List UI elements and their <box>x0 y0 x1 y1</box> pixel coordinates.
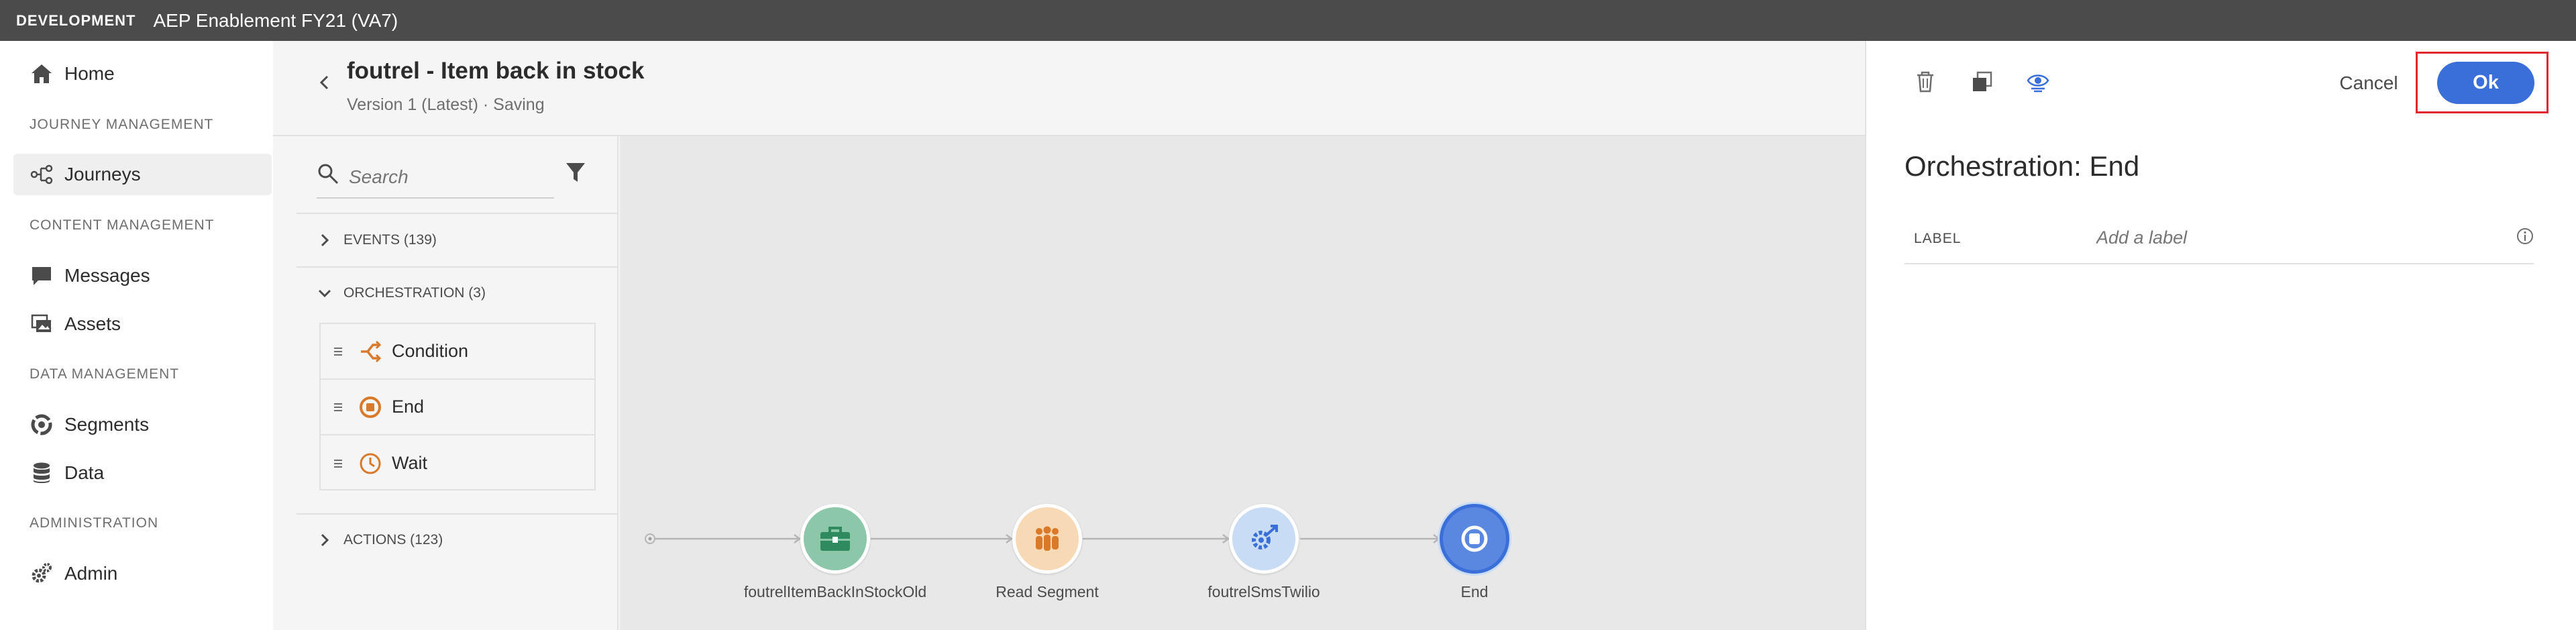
journey-title: foutrel - Item back in stock <box>347 58 645 84</box>
journey-node-event[interactable] <box>800 504 870 574</box>
nav-label-home: Home <box>64 63 115 84</box>
nav-label-assets: Assets <box>64 313 121 334</box>
gears-icon <box>28 560 55 587</box>
back-arrow-icon[interactable] <box>317 74 333 91</box>
palette-divider <box>297 213 619 214</box>
nav-label-admin: Admin <box>64 563 118 584</box>
journey-node-end-selected[interactable] <box>1440 504 1509 574</box>
condition-icon <box>361 340 382 362</box>
nav-item-segments[interactable]: Segments <box>13 404 272 445</box>
section-actions-label: ACTIONS (123) <box>343 532 443 547</box>
journey-header <box>273 41 1865 136</box>
drag-handle-icon[interactable] <box>334 347 342 356</box>
info-icon[interactable] <box>2516 227 2534 246</box>
nav-item-home[interactable]: Home <box>13 53 272 95</box>
search-input[interactable] <box>349 166 543 188</box>
chevron-right-icon <box>321 233 329 247</box>
activity-label: Condition <box>392 341 469 361</box>
nav-item-admin[interactable]: Admin <box>13 553 272 594</box>
palette-divider <box>297 266 619 268</box>
organization-switcher[interactable]: AEP Enablement FY21 (VA7) <box>153 10 398 32</box>
drag-handle-icon[interactable] <box>334 403 342 411</box>
top-bar: DEVELOPMENT AEP Enablement FY21 (VA7) <box>0 0 2576 41</box>
activity-wait[interactable]: Wait <box>321 435 594 491</box>
nav-heading-journey: JOURNEY MANAGEMENT <box>30 117 214 132</box>
nav-label-messages: Messages <box>64 265 150 286</box>
activity-condition[interactable]: Condition <box>321 324 594 380</box>
journey-icon <box>28 161 55 188</box>
node-label: Read Segment <box>996 583 1099 600</box>
node-label: foutrelSmsTwilio <box>1208 583 1320 600</box>
section-orchestration[interactable]: ORCHESTRATION (3) <box>317 280 486 307</box>
activity-properties-panel <box>1865 41 2576 630</box>
stop-icon <box>1461 525 1488 552</box>
label-caption: LABEL <box>1914 231 1962 246</box>
briefcase-icon <box>820 527 850 551</box>
journey-version-status: Version 1 (Latest) · Saving <box>347 95 545 114</box>
environment-label: DEVELOPMENT <box>16 11 136 29</box>
filter-icon[interactable] <box>565 161 586 184</box>
nav-label-segments: Segments <box>64 414 150 435</box>
nav-item-journeys[interactable]: Journeys <box>13 154 272 195</box>
trash-icon[interactable] <box>1913 70 1937 94</box>
section-events[interactable]: EVENTS (139) <box>317 227 437 254</box>
activity-label: End <box>392 397 425 417</box>
chevron-right-icon <box>321 533 329 547</box>
nav-heading-content: CONTENT MANAGEMENT <box>30 217 215 233</box>
journey-node-read-segment[interactable] <box>1012 504 1082 574</box>
nav-label-journeys: Journeys <box>64 164 141 185</box>
nav-item-assets[interactable]: Assets <box>13 303 272 345</box>
label-field-row: LABEL <box>1904 216 2534 264</box>
activity-end[interactable]: End <box>321 380 594 435</box>
node-label: End <box>1460 583 1489 600</box>
message-icon <box>28 262 55 289</box>
section-events-label: EVENTS (139) <box>343 232 437 248</box>
journey-canvas[interactable]: foutrelItemBackInStockOld Read Segment f… <box>620 136 1865 630</box>
journey-node-sms-action[interactable] <box>1229 504 1299 574</box>
view-data-icon[interactable] <box>2026 70 2050 94</box>
nav-label-data: Data <box>64 462 105 483</box>
section-orchestration-label: ORCHESTRATION (3) <box>343 285 486 301</box>
nav-item-data[interactable]: Data <box>13 452 272 494</box>
nav-heading-admin: ADMINISTRATION <box>30 515 159 531</box>
home-icon <box>28 60 55 87</box>
chevron-down-icon <box>318 289 331 298</box>
gear-arrow-icon <box>1252 525 1278 549</box>
section-actions[interactable]: ACTIONS (123) <box>317 527 443 554</box>
nav-item-messages[interactable]: Messages <box>13 255 272 297</box>
palette-divider <box>297 513 619 515</box>
assets-icon <box>28 311 55 337</box>
ok-button[interactable]: Ok <box>2437 62 2534 104</box>
palette-search <box>317 157 554 199</box>
people-icon <box>1036 526 1059 551</box>
left-navigation: Home JOURNEY MANAGEMENT Journeys CONTENT… <box>0 41 273 630</box>
cancel-button[interactable]: Cancel <box>2332 67 2406 99</box>
label-input[interactable] <box>2096 224 2472 251</box>
panel-title: Orchestration: End <box>1904 150 2140 182</box>
end-stop-icon <box>360 396 381 418</box>
segments-icon <box>28 411 55 438</box>
nav-heading-data: DATA MANAGEMENT <box>30 366 180 382</box>
clock-icon <box>360 453 381 474</box>
drag-handle-icon[interactable] <box>334 459 342 468</box>
activity-label: Wait <box>392 453 427 473</box>
duplicate-icon[interactable] <box>1970 70 1994 94</box>
database-icon <box>28 460 55 486</box>
node-label: foutrelItemBackInStockOld <box>743 583 927 600</box>
